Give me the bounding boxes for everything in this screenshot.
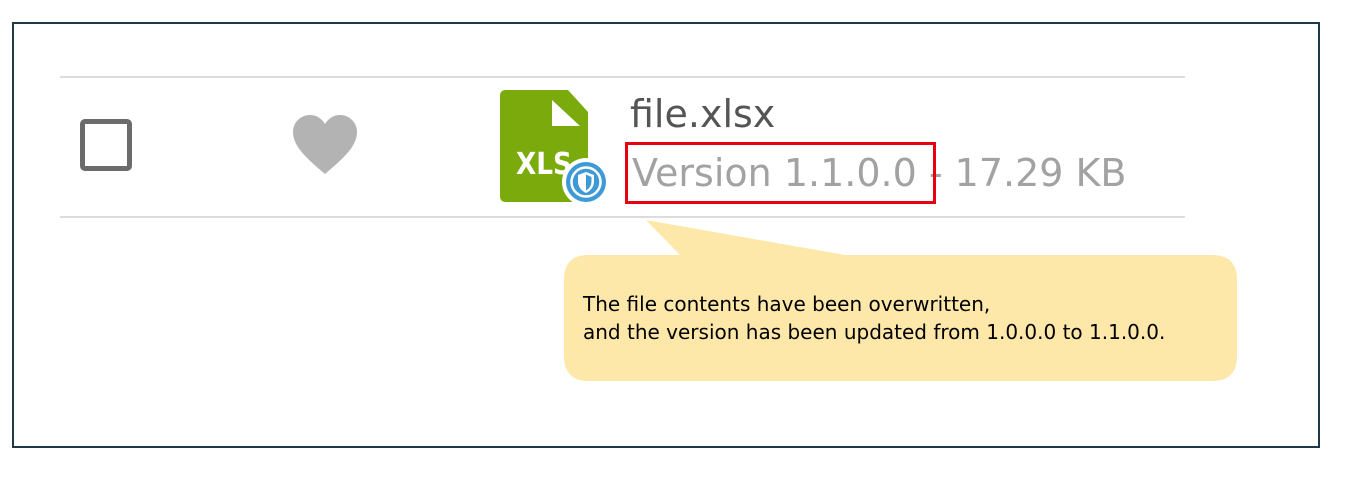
callout-line-1: The file contents have been overwritten, xyxy=(583,292,991,316)
screenshot-frame xyxy=(12,22,1320,448)
heart-icon[interactable] xyxy=(292,114,358,176)
xls-file-icon[interactable]: XLS xyxy=(500,90,616,206)
file-size: 17.29 KB xyxy=(954,151,1127,195)
row-divider-bottom xyxy=(60,216,1185,218)
row-select-checkbox[interactable] xyxy=(80,119,132,171)
version-highlight-box xyxy=(625,142,936,204)
file-name-link[interactable]: file.xlsx xyxy=(630,92,775,136)
shield-badge-icon xyxy=(562,158,610,206)
row-divider-top xyxy=(60,76,1185,78)
callout-line-2: and the version has been updated from 1.… xyxy=(583,320,1166,344)
callout-text: The file contents have been overwritten,… xyxy=(583,290,1165,346)
